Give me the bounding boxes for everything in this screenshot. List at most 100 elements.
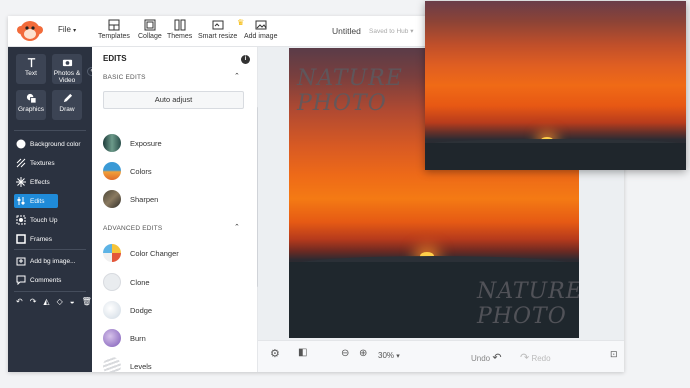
collapse-basic-icon[interactable]: ⌃ bbox=[234, 72, 240, 80]
collapse-advanced-icon[interactable]: ⌃ bbox=[234, 223, 240, 231]
add-image-icon bbox=[255, 20, 267, 30]
rail-item-edits[interactable]: Edits bbox=[14, 194, 58, 208]
trash-icon[interactable]: 🗑 bbox=[82, 297, 92, 309]
collage-label: Collage bbox=[138, 33, 162, 40]
rail-item-comments[interactable]: Comments bbox=[14, 273, 88, 287]
undo-button[interactable]: Undo ↶ bbox=[471, 351, 502, 364]
canvas-text-bottom[interactable]: NATURE PHOTO bbox=[477, 279, 579, 329]
rail-item-effects[interactable]: Effects bbox=[14, 175, 88, 189]
document-title[interactable]: Untitled bbox=[332, 26, 361, 36]
basic-edits-header: BASIC EDITS bbox=[103, 74, 146, 81]
save-status: Saved to Hub ▾ bbox=[369, 27, 413, 35]
flip-icon[interactable]: ◭ bbox=[43, 297, 49, 309]
colors-item[interactable]: Colors bbox=[103, 161, 152, 181]
burn-item[interactable]: Burn bbox=[103, 328, 146, 348]
rail-item-label: Textures bbox=[30, 159, 55, 167]
save-status-text: Saved to Hub bbox=[369, 28, 409, 35]
dodge-item[interactable]: Dodge bbox=[103, 300, 152, 320]
add-image-button[interactable]: Add image bbox=[244, 19, 277, 40]
dodge-thumbnail bbox=[103, 301, 121, 319]
canvas-text-line: PHOTO bbox=[477, 304, 567, 329]
edits-panel: EDITS i BASIC EDITS ⌃ Auto adjust Exposu… bbox=[92, 47, 259, 372]
gear-icon[interactable]: ⚙ bbox=[270, 347, 280, 360]
rail-item-add-bg-image[interactable]: Add bg image... bbox=[14, 254, 88, 268]
edit-label: Colors bbox=[130, 166, 152, 176]
text-tool[interactable]: Text bbox=[16, 54, 46, 84]
draw-label: Draw bbox=[59, 106, 75, 113]
sliders-icon bbox=[17, 197, 25, 205]
layers-icon[interactable]: ◧ bbox=[298, 347, 307, 358]
levels-item[interactable]: Levels bbox=[103, 356, 152, 372]
pencil-icon bbox=[63, 93, 72, 103]
zoom-in-icon[interactable]: ⊕ bbox=[359, 348, 367, 359]
touch-up-icon bbox=[16, 215, 26, 225]
rail-item-textures[interactable]: Textures bbox=[14, 156, 88, 170]
redo-label: Redo bbox=[531, 354, 551, 363]
colors-thumbnail bbox=[103, 162, 121, 180]
edit-label: Levels bbox=[130, 361, 152, 371]
clone-thumbnail bbox=[103, 273, 121, 291]
canvas-text-line: NATURE bbox=[297, 66, 403, 91]
picmonkey-logo[interactable] bbox=[17, 19, 43, 43]
draw-tool[interactable]: Draw bbox=[52, 90, 82, 120]
fill-icon[interactable]: ◒ bbox=[70, 297, 75, 309]
zoom-out-icon[interactable]: ⊖ bbox=[341, 348, 349, 359]
redo-button[interactable]: ↷ Redo bbox=[520, 351, 551, 364]
burn-thumbnail bbox=[103, 329, 121, 347]
rail-item-label: Add bg image... bbox=[30, 257, 76, 265]
exposure-thumbnail bbox=[103, 134, 121, 152]
info-icon[interactable]: i bbox=[241, 55, 250, 64]
history-toolbar: ↶ ↷ ◭ ◇ ◒ 🗑 bbox=[16, 297, 92, 309]
chevron-down-icon: ▾ bbox=[396, 353, 400, 360]
eraser-icon[interactable]: ◇ bbox=[57, 297, 63, 309]
left-rail: Text Photos & Video Graphics Draw Backgr… bbox=[8, 47, 92, 372]
add-bg-image-icon bbox=[16, 257, 26, 266]
undo-icon: ↶ bbox=[492, 352, 502, 364]
text-icon bbox=[27, 58, 35, 68]
rail-item-label: Edits bbox=[30, 197, 45, 205]
rail-item-background-color[interactable]: Background color bbox=[14, 137, 88, 151]
templates-label: Templates bbox=[98, 33, 130, 40]
graphics-icon bbox=[26, 93, 37, 104]
canvas-text-top[interactable]: NATURE PHOTO bbox=[297, 66, 403, 116]
clone-item[interactable]: Clone bbox=[103, 272, 150, 292]
zoom-level[interactable]: 30% ▾ bbox=[378, 351, 400, 360]
divider bbox=[14, 249, 86, 250]
rail-item-label: Effects bbox=[30, 178, 50, 186]
templates-button[interactable]: Templates bbox=[98, 19, 130, 40]
rail-item-frames[interactable]: Frames bbox=[14, 232, 88, 246]
add-image-label: Add image bbox=[244, 33, 278, 40]
smart-resize-button[interactable]: ♛ Smart resize bbox=[198, 18, 244, 40]
chevron-down-icon: ▾ bbox=[408, 28, 414, 35]
bottom-toolbar: ⚙ ◧ ⊖ ⊕ 30% ▾ Undo ↶ ↷ Redo ⊡ bbox=[258, 340, 624, 372]
frames-icon bbox=[16, 234, 26, 244]
redo-icon: ↷ bbox=[520, 352, 530, 364]
rail-item-label: Comments bbox=[30, 276, 62, 284]
expand-icon[interactable]: ⊡ bbox=[610, 349, 618, 360]
chevron-down-icon: ▾ bbox=[73, 28, 77, 34]
sharpen-item[interactable]: Sharpen bbox=[103, 189, 158, 209]
exposure-item[interactable]: Exposure bbox=[103, 133, 162, 153]
advanced-edits-header: ADVANCED EDITS bbox=[103, 225, 163, 232]
auto-adjust-button[interactable]: Auto adjust bbox=[103, 91, 244, 109]
file-menu[interactable]: File ▾ bbox=[58, 25, 76, 34]
background-color-icon bbox=[16, 139, 26, 149]
color-changer-thumbnail bbox=[103, 244, 121, 262]
collage-button[interactable]: Collage bbox=[138, 19, 162, 40]
smart-resize-label: Smart resize bbox=[198, 33, 238, 40]
photos-video-tool[interactable]: Photos & Video bbox=[52, 54, 82, 84]
photos-video-label: Photos & Video bbox=[53, 70, 81, 84]
panel-title: EDITS bbox=[103, 54, 127, 63]
graphics-tool[interactable]: Graphics bbox=[16, 90, 46, 120]
comments-icon bbox=[16, 275, 26, 285]
color-changer-item[interactable]: Color Changer bbox=[103, 243, 179, 263]
rail-item-label: Frames bbox=[30, 235, 53, 243]
themes-button[interactable]: Themes bbox=[167, 19, 192, 40]
themes-label: Themes bbox=[167, 33, 193, 40]
rail-item-touch-up[interactable]: Touch Up bbox=[14, 213, 88, 227]
undo-icon[interactable]: ↶ bbox=[16, 297, 23, 309]
canvas-text-line: PHOTO bbox=[297, 91, 387, 116]
rail-item-label: Background color bbox=[30, 140, 81, 148]
redo-icon[interactable]: ↷ bbox=[30, 297, 37, 309]
levels-thumbnail bbox=[103, 357, 121, 372]
